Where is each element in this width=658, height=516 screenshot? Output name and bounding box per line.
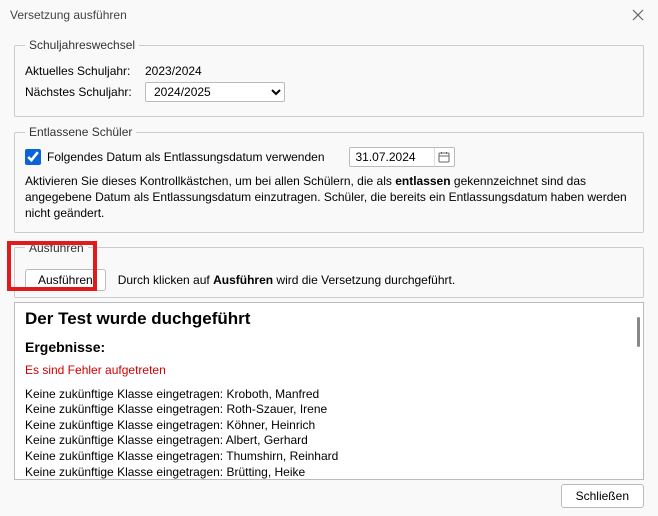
schoolyear-group: Schuljahreswechsel Aktuelles Schuljahr: … (14, 38, 644, 117)
results-error-summary: Es sind Fehler aufgetreten (25, 363, 633, 377)
execute-legend: Ausführen (25, 241, 88, 255)
execute-hint: Durch klicken auf Ausführen wird die Ver… (118, 273, 455, 287)
results-panel: Der Test wurde duchgeführt Ergebnisse: E… (14, 302, 644, 480)
close-icon[interactable] (628, 5, 648, 25)
calendar-icon[interactable] (434, 148, 454, 166)
use-release-date-checkbox[interactable] (25, 149, 41, 165)
close-button[interactable]: Schließen (561, 484, 644, 508)
next-year-label: Nächstes Schuljahr: (25, 85, 145, 99)
release-date-field[interactable] (349, 147, 455, 167)
execute-button[interactable]: Ausführen (25, 269, 106, 291)
scrollbar-thumb[interactable] (637, 317, 640, 347)
released-group: Entlassene Schüler Folgendes Datum als E… (14, 125, 644, 233)
release-date-input[interactable] (350, 150, 434, 164)
next-year-select[interactable]: 2024/2025 (145, 82, 285, 102)
dialog-footer: Schließen (0, 476, 658, 516)
window-title: Versetzung ausführen (10, 8, 628, 22)
results-error-line: Keine zukünftige Klasse eingetragen: Alb… (25, 433, 633, 449)
results-title: Der Test wurde duchgeführt (25, 309, 633, 329)
titlebar: Versetzung ausführen (0, 0, 658, 30)
results-subtitle: Ergebnisse: (25, 339, 633, 355)
execute-group: Ausführen Ausführen Durch klicken auf Au… (14, 241, 644, 298)
results-error-line: Keine zukünftige Klasse eingetragen: Köh… (25, 418, 633, 434)
released-legend: Entlassene Schüler (25, 125, 136, 139)
results-error-line: Keine zukünftige Klasse eingetragen: Thu… (25, 449, 633, 465)
results-error-line: Keine zukünftige Klasse eingetragen: Kro… (25, 387, 633, 403)
schoolyear-legend: Schuljahreswechsel (25, 38, 139, 52)
results-error-list: Keine zukünftige Klasse eingetragen: Kro… (25, 387, 633, 480)
results-error-line: Keine zukünftige Klasse eingetragen: Rot… (25, 402, 633, 418)
released-hint: Aktivieren Sie dieses Kontrollkästchen, … (25, 173, 633, 222)
use-release-date-label: Folgendes Datum als Entlassungsdatum ver… (47, 150, 325, 164)
current-year-value: 2023/2024 (145, 64, 202, 78)
current-year-label: Aktuelles Schuljahr: (25, 64, 145, 78)
